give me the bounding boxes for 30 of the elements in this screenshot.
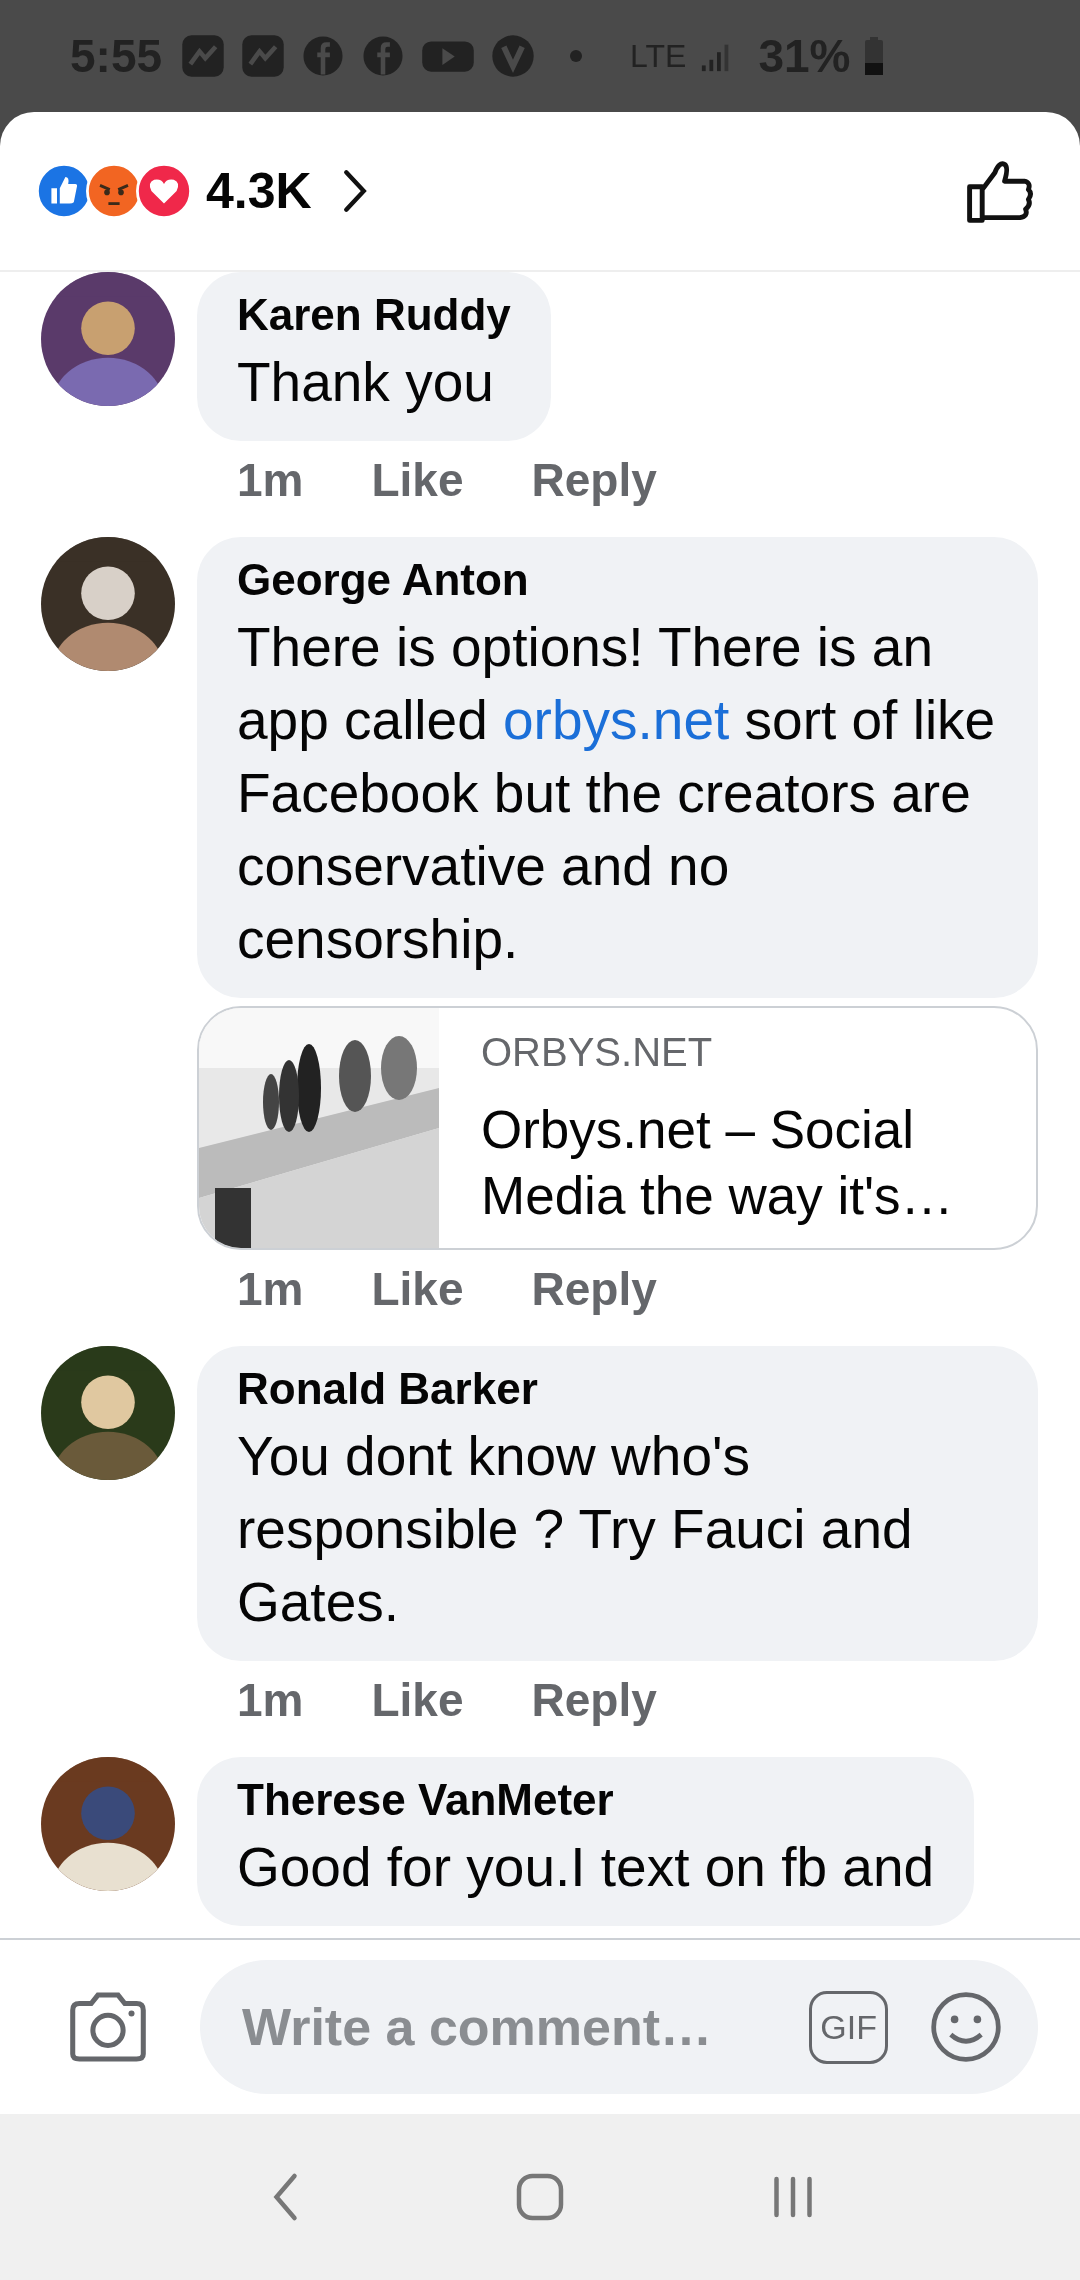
link-title: Orbys.net – Social Media the way it's… <box>481 1099 955 1227</box>
comment-time: 1m <box>237 1673 304 1727</box>
comment-author[interactable]: George Anton <box>237 555 998 605</box>
gif-button[interactable]: GIF <box>809 1990 888 2064</box>
reaction-count[interactable]: 4.3K <box>206 162 312 220</box>
like-link[interactable]: Like <box>371 1673 464 1727</box>
comment-time: 1m <box>237 453 304 507</box>
dot-icon <box>570 50 583 62</box>
comment-text: Thank you <box>237 350 495 415</box>
reply-link[interactable]: Reply <box>531 453 657 507</box>
battery-icon <box>864 36 885 76</box>
like-link[interactable]: Like <box>371 1262 464 1316</box>
v-logo-icon <box>490 33 537 79</box>
comment-text: There is options! There is an app called orbys.net sort of like Facebook but the creators are conservative and no censorship. <box>237 615 997 972</box>
comment-time: 1m <box>237 1262 304 1316</box>
messenger-icon <box>180 33 227 79</box>
messenger-icon <box>240 33 287 79</box>
like-link[interactable]: Like <box>371 453 464 507</box>
smiley-icon[interactable] <box>928 1989 1004 2065</box>
comment-text: You dont know who's responsible ? Try Fauci and Gates. <box>237 1424 914 1635</box>
reply-link[interactable]: Reply <box>531 1262 657 1316</box>
comment-author[interactable]: Ronald Barker <box>237 1364 998 1414</box>
comment-link[interactable]: orbys.net <box>503 689 730 751</box>
link-domain: ORBYS.NET <box>481 1030 714 1075</box>
comment-input[interactable]: Write a comment… GIF <box>200 1960 1038 2094</box>
comment-author[interactable]: Therese VanMeter <box>237 1775 935 1825</box>
reply-link[interactable]: Reply <box>531 1673 657 1727</box>
comment-text: Good for you.I text on fb and <box>237 1835 935 1900</box>
comment-author[interactable]: Karen Ruddy <box>237 290 511 340</box>
link-preview-card[interactable]: ORBYS.NET Orbys.net – Social Media the way it's… <box>197 1006 1038 1250</box>
